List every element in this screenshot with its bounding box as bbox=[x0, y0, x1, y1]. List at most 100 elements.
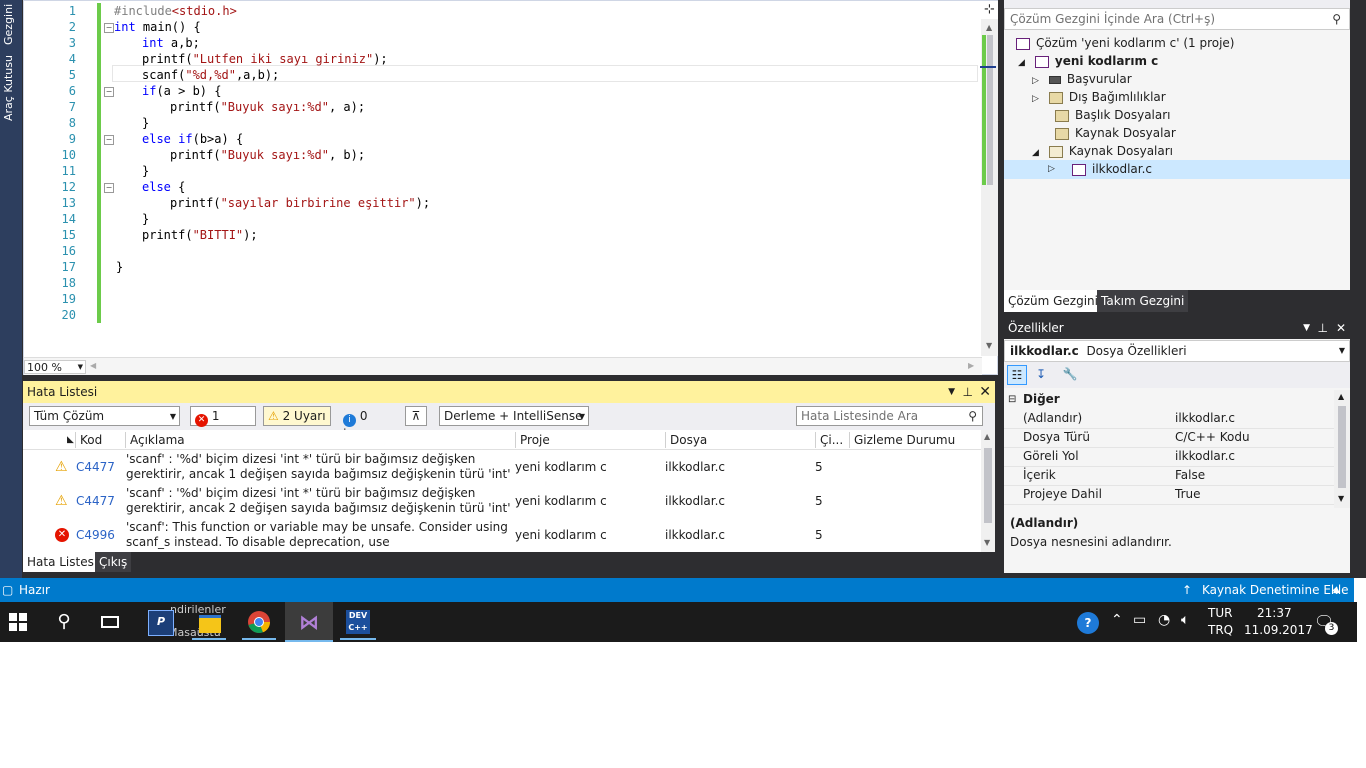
editor-vertical-scrollbar[interactable]: ⊹ ▲ ▼ bbox=[981, 1, 998, 356]
chrome-icon[interactable] bbox=[247, 610, 271, 634]
error-code[interactable]: C4477 bbox=[76, 494, 115, 508]
scroll-down-icon[interactable]: ▼ bbox=[984, 538, 990, 547]
property-value[interactable]: ilkkodlar.c bbox=[1175, 447, 1235, 466]
file-explorer-icon[interactable] bbox=[198, 610, 222, 634]
build-filter-combo[interactable]: Derleme + IntelliSense ▼ bbox=[439, 406, 589, 426]
dev-cpp-icon[interactable]: DEV C++ bbox=[346, 610, 370, 634]
property-row[interactable]: İçerik False bbox=[1004, 466, 1334, 486]
fold-toggle[interactable]: − bbox=[104, 183, 114, 193]
wifi-icon[interactable]: ◔ bbox=[1158, 612, 1170, 628]
column-project[interactable]: Proje bbox=[515, 432, 550, 448]
scroll-up-icon[interactable]: ▲ bbox=[1338, 392, 1344, 401]
app-pycharm-icon[interactable]: P bbox=[148, 610, 174, 636]
warnings-filter-button[interactable]: ⚠ 2 Uyarı bbox=[263, 406, 331, 426]
property-row[interactable]: Projeye Dahil True bbox=[1004, 485, 1334, 505]
property-value[interactable]: False bbox=[1175, 466, 1205, 485]
collapsed-arrow-icon[interactable]: ▷ bbox=[1048, 160, 1055, 178]
collapsed-arrow-icon[interactable]: ▷ bbox=[1032, 94, 1039, 104]
alphabetical-icon[interactable]: ↧ bbox=[1031, 365, 1051, 385]
tree-project[interactable]: ◢ yeni kodlarım c bbox=[1018, 52, 1158, 70]
expanded-arrow-icon[interactable]: ◢ bbox=[1032, 148, 1039, 158]
tab-gezgini[interactable]: Gezgini bbox=[2, 0, 20, 48]
category-other[interactable]: ⊟ Diğer bbox=[1004, 390, 1334, 409]
property-value[interactable]: True bbox=[1175, 485, 1201, 504]
dropdown-icon[interactable]: ▼ bbox=[1303, 318, 1310, 339]
table-row[interactable]: ⚠ C4477 'scanf' : '%d' biçim dizesi 'int… bbox=[23, 484, 981, 518]
chevron-up-icon[interactable]: ⌃ bbox=[1111, 612, 1123, 628]
tree-item-header-files[interactable]: Başlık Dosyaları bbox=[1055, 106, 1171, 124]
close-icon[interactable]: ✕ bbox=[979, 381, 991, 403]
scroll-up-icon[interactable]: ▲ bbox=[986, 23, 992, 32]
property-row[interactable]: Göreli Yol ilkkodlar.c bbox=[1004, 447, 1334, 467]
error-code[interactable]: C4477 bbox=[76, 460, 115, 474]
error-search-input[interactable]: Hata Listesinde Ara ⚲ bbox=[796, 406, 983, 426]
property-pages-icon[interactable]: 🔧 bbox=[1060, 365, 1080, 385]
errors-filter-button[interactable]: ✕ 1 Hata bbox=[190, 406, 256, 443]
table-row[interactable]: ⚠ C4477 'scanf' : '%d' biçim dizesi 'int… bbox=[23, 450, 981, 484]
split-icon[interactable]: ⊹ bbox=[981, 1, 998, 19]
tab-output[interactable]: Çıkış bbox=[95, 552, 132, 572]
zoom-level-combo[interactable]: 100 % ▼ bbox=[24, 360, 86, 374]
language-line2[interactable]: TRQ bbox=[1208, 623, 1233, 637]
expanded-arrow-icon[interactable]: ◢ bbox=[1018, 58, 1025, 68]
property-row[interactable]: Dosya Türü C/C++ Kodu bbox=[1004, 428, 1334, 448]
scroll-left-icon[interactable]: ◀ bbox=[90, 361, 96, 370]
language-line1[interactable]: TUR bbox=[1208, 606, 1232, 620]
start-button[interactable] bbox=[6, 610, 30, 634]
clock-date[interactable]: 11.09.2017 bbox=[1244, 623, 1313, 637]
tree-item-ilkkodlar[interactable]: ▷ ilkkodlar.c bbox=[1004, 160, 1350, 179]
help-icon[interactable]: ? bbox=[1077, 612, 1099, 634]
categorized-icon[interactable]: ☷ bbox=[1007, 365, 1027, 385]
collapsed-arrow-icon[interactable]: ▷ bbox=[1032, 76, 1039, 86]
collapse-icon[interactable]: ⊟ bbox=[1008, 390, 1016, 409]
scroll-thumb[interactable] bbox=[984, 448, 992, 523]
property-value[interactable]: ilkkodlar.c bbox=[1175, 409, 1235, 428]
column-line[interactable]: Çi... bbox=[815, 432, 843, 448]
error-list-scrollbar[interactable]: ▲ ▼ bbox=[981, 430, 995, 552]
tree-item-source-files[interactable]: ◢ Kaynak Dosyaları bbox=[1032, 142, 1173, 160]
fold-toggle[interactable]: − bbox=[104, 135, 114, 145]
fold-toggle[interactable]: − bbox=[104, 23, 114, 33]
battery-icon[interactable]: ▭ bbox=[1133, 612, 1146, 628]
fold-toggle[interactable]: − bbox=[104, 87, 114, 97]
scroll-down-icon[interactable]: ▼ bbox=[986, 341, 992, 350]
error-code[interactable]: C4996 bbox=[76, 528, 115, 542]
column-description[interactable]: Açıklama bbox=[125, 432, 185, 448]
scope-combo[interactable]: Tüm Çözüm ▼ bbox=[29, 406, 180, 426]
tree-item-external-deps[interactable]: ▷ Dış Bağımlılıklar bbox=[1032, 88, 1166, 106]
scroll-down-icon[interactable]: ▼ bbox=[1338, 494, 1344, 503]
table-row[interactable]: ✕ C4996 'scanf': This function or variab… bbox=[23, 518, 981, 552]
sort-icon[interactable]: ◣ bbox=[63, 432, 74, 448]
pin-icon[interactable]: ⊥ bbox=[1318, 318, 1328, 339]
tab-toolbox[interactable]: Araç Kutusu bbox=[2, 52, 20, 124]
column-code[interactable]: Kod bbox=[75, 432, 102, 448]
pin-icon[interactable]: ⊥ bbox=[963, 381, 973, 403]
code-editor[interactable]: 1 2 3 4 5 6 7 8 9 10 11 12 13 14 15 16 1… bbox=[23, 0, 998, 375]
column-file[interactable]: Dosya bbox=[665, 432, 707, 448]
tab-solution-explorer[interactable]: Çözüm Gezgini bbox=[1004, 290, 1102, 312]
scroll-up-icon[interactable]: ▲ bbox=[984, 432, 990, 441]
tree-item-references[interactable]: ▷ Başvurular bbox=[1032, 70, 1132, 88]
clock-time[interactable]: 21:37 bbox=[1257, 606, 1292, 620]
tree-item-resource-files[interactable]: Kaynak Dosyalar bbox=[1055, 124, 1176, 142]
column-suppression[interactable]: Gizleme Durumu bbox=[849, 432, 955, 448]
visual-studio-icon[interactable]: ⋈ bbox=[297, 610, 321, 634]
property-row[interactable]: (Adlandır) ilkkodlar.c bbox=[1004, 409, 1334, 429]
solution-search-input[interactable]: Çözüm Gezgini İçinde Ara (Ctrl+ş) ⚲ bbox=[1004, 8, 1350, 30]
filter-toggle-button[interactable]: ⊼ bbox=[405, 406, 427, 426]
messages-filter-button[interactable]: i 0 İleti bbox=[338, 406, 398, 443]
tab-error-list[interactable]: Hata Listesi bbox=[23, 552, 102, 572]
properties-object-combo[interactable]: ilkkodlar.c Dosya Özellikleri ▼ bbox=[1004, 340, 1350, 362]
scroll-thumb[interactable] bbox=[1338, 406, 1346, 488]
close-icon[interactable]: ✕ bbox=[1336, 318, 1346, 339]
scroll-right-icon[interactable]: ▶ bbox=[968, 361, 974, 370]
scroll-thumb[interactable] bbox=[987, 35, 993, 185]
search-icon[interactable]: ⚲ bbox=[52, 610, 76, 634]
source-control-button[interactable]: Kaynak Denetimine Ekle bbox=[1202, 578, 1349, 602]
properties-scrollbar[interactable]: ▲ ▼ bbox=[1334, 390, 1350, 508]
property-value[interactable]: C/C++ Kodu bbox=[1175, 428, 1250, 447]
editor-horizontal-scrollbar[interactable]: 100 % ▼ ◀ ▶ bbox=[24, 357, 982, 375]
chevron-up-icon[interactable]: ▲ bbox=[1333, 578, 1340, 602]
volume-icon[interactable]: 🔈︎ bbox=[1181, 612, 1189, 628]
tree-solution[interactable]: Çözüm 'yeni kodlarım c' (1 proje) bbox=[1016, 34, 1234, 52]
